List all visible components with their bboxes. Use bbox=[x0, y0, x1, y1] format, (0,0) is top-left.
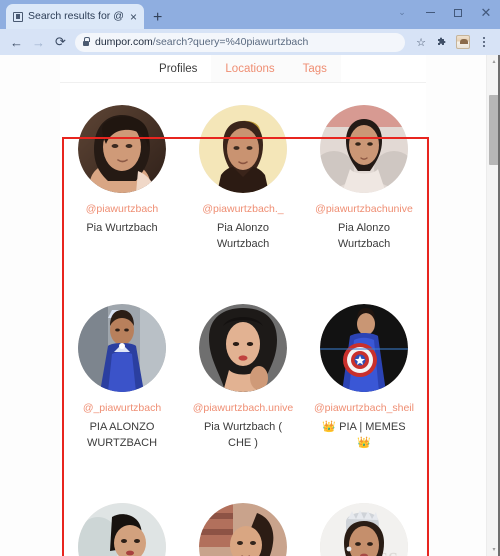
site-tab-bar: Profiles Locations Tags bbox=[60, 55, 426, 83]
extensions-puzzle-icon[interactable] bbox=[432, 32, 452, 52]
browser-menu-icon[interactable] bbox=[474, 32, 494, 52]
url-host: dumpor.com bbox=[95, 35, 153, 48]
profiles-row: ss bbox=[60, 503, 426, 556]
page-scrollbar[interactable]: ▴ ▾ bbox=[486, 55, 500, 556]
avatar[interactable] bbox=[199, 304, 287, 392]
profile-card[interactable]: @piawurtzbachunive Pia Alonzo Wurtzbach bbox=[312, 105, 416, 252]
page-favicon-icon bbox=[13, 11, 23, 22]
profile-handle[interactable]: @piawurtzbach_sheil bbox=[314, 402, 414, 415]
maximize-button[interactable] bbox=[444, 0, 472, 25]
profile-handle[interactable]: @piawurtzbach._ bbox=[202, 203, 283, 216]
reload-button[interactable]: ⟳ bbox=[50, 32, 71, 53]
profile-handle[interactable]: @_piawurtzbach bbox=[83, 402, 161, 415]
profile-name: Pia Wurtzbach ( CHE ) bbox=[203, 421, 283, 449]
profile-card[interactable] bbox=[191, 503, 295, 556]
tab-strip: Search results for @piawurtzbac × + ⌄ ✕ bbox=[0, 0, 500, 29]
profile-handle[interactable]: @piawurtzbach bbox=[86, 203, 159, 216]
minimize-button[interactable] bbox=[416, 0, 444, 25]
profile-card[interactable]: @piawurtzbach Pia Wurtzbach bbox=[70, 105, 174, 252]
browser-toolbar: ← → ⟳ dumpor.com/search?query=%40piawurt… bbox=[0, 29, 500, 55]
profile-name: Pia Alonzo Wurtzbach bbox=[216, 222, 270, 250]
profile-handle[interactable]: @piawurtzbachunive bbox=[315, 203, 413, 216]
profile-handle[interactable]: @piawurtzbach.unive bbox=[193, 402, 294, 415]
avatar[interactable] bbox=[320, 304, 408, 392]
profile-name: PIA ALONZO WURTZBACH bbox=[86, 421, 158, 449]
avatar[interactable] bbox=[199, 105, 287, 193]
avatar[interactable] bbox=[78, 304, 166, 392]
profile-card[interactable]: @piawurtzbach.unive Pia Wurtzbach ( CHE … bbox=[191, 304, 295, 451]
avatar[interactable] bbox=[199, 503, 287, 556]
avatar[interactable]: ss bbox=[320, 503, 408, 556]
profile-name: 👑 PIA | MEMES 👑 bbox=[322, 421, 406, 449]
lock-icon bbox=[83, 37, 90, 46]
profile-card[interactable]: @piawurtzbach_sheil 👑 PIA | MEMES 👑 bbox=[312, 304, 416, 451]
tab-search-icon[interactable]: ⌄ bbox=[388, 0, 416, 25]
tab-title: Search results for @piawurtzbac bbox=[28, 10, 123, 22]
avatar[interactable] bbox=[78, 105, 166, 193]
tab-locations[interactable]: Locations bbox=[211, 55, 289, 82]
url-path: /search?query=%40piawurtzbach bbox=[152, 35, 309, 48]
profile-name: Pia Alonzo Wurtzbach bbox=[337, 222, 391, 250]
profile-card[interactable] bbox=[70, 503, 174, 556]
bookmark-star-icon[interactable]: ☆ bbox=[411, 32, 431, 52]
browser-window: Search results for @piawurtzbac × + ⌄ ✕ … bbox=[0, 0, 500, 556]
tab-close-icon[interactable]: × bbox=[128, 11, 139, 23]
profiles-grid: @piawurtzbach Pia Wurtzbach @piawurtzbac… bbox=[60, 83, 426, 556]
close-window-button[interactable]: ✕ bbox=[472, 0, 500, 25]
profile-card[interactable]: @_piawurtzbach PIA ALONZO WURTZBACH bbox=[70, 304, 174, 451]
back-button[interactable]: ← bbox=[6, 32, 27, 53]
forward-button[interactable]: → bbox=[28, 32, 49, 53]
tab-profiles[interactable]: Profiles bbox=[145, 55, 212, 82]
avatar[interactable] bbox=[78, 503, 166, 556]
tab-tags[interactable]: Tags bbox=[288, 55, 341, 82]
window-controls: ⌄ ✕ bbox=[388, 0, 500, 25]
browser-tab[interactable]: Search results for @piawurtzbac × bbox=[6, 4, 144, 29]
url-text: dumpor.com/search?query=%40piawurtzbach bbox=[95, 36, 308, 49]
address-bar[interactable]: dumpor.com/search?query=%40piawurtzbach bbox=[75, 32, 405, 52]
profile-avatar-icon[interactable] bbox=[453, 32, 473, 52]
results-container: Profiles Locations Tags @piawurtzbach Pi… bbox=[60, 55, 426, 556]
profiles-row: @piawurtzbach Pia Wurtzbach @piawurtzbac… bbox=[60, 105, 426, 252]
profile-card[interactable]: @piawurtzbach._ Pia Alonzo Wurtzbach bbox=[191, 105, 295, 252]
profile-card[interactable]: ss bbox=[312, 503, 416, 556]
new-tab-button[interactable]: + bbox=[153, 10, 162, 26]
page-viewport: Profiles Locations Tags @piawurtzbach Pi… bbox=[0, 55, 500, 556]
profiles-row: @_piawurtzbach PIA ALONZO WURTZBACH @pia… bbox=[60, 304, 426, 451]
profile-name: Pia Wurtzbach bbox=[86, 222, 158, 234]
web-page: Profiles Locations Tags @piawurtzbach Pi… bbox=[0, 55, 486, 556]
avatar[interactable] bbox=[320, 105, 408, 193]
